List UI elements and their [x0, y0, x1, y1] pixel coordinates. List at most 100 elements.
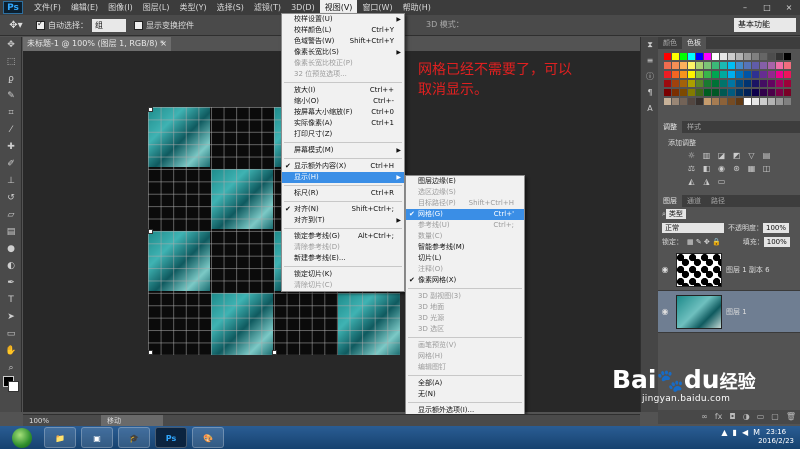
color-swatch[interactable]	[696, 98, 703, 105]
color-swatch[interactable]	[688, 89, 695, 96]
lookup-icon[interactable]: ▦	[744, 164, 759, 177]
show-menu-item[interactable]: 无(N)	[406, 389, 524, 400]
tray-up-icon[interactable]: ▲	[721, 428, 727, 437]
menu-file[interactable]: 文件(F)	[29, 0, 66, 15]
tab-styles[interactable]: 样式	[682, 121, 706, 133]
view-menu-item[interactable]: 对齐到(T) ▶	[282, 215, 404, 226]
layer-row[interactable]: ◉ 图层 1 副本 6	[658, 249, 800, 291]
fx-icon[interactable]: fx	[715, 410, 723, 424]
color-swatch[interactable]	[688, 98, 695, 105]
eyedropper-icon[interactable]: ⁄	[0, 122, 22, 139]
start-button[interactable]	[12, 427, 32, 448]
view-menu-item[interactable]: 像素长宽比(S) ▶	[282, 47, 404, 58]
zoom-icon[interactable]: ⌕	[0, 360, 22, 377]
tab-paths[interactable]: 路径	[706, 195, 730, 207]
photo-filter-icon[interactable]: ◉	[714, 164, 729, 177]
dodge-icon[interactable]: ◐	[0, 258, 22, 275]
color-swatch[interactable]	[768, 62, 775, 69]
curves-icon[interactable]: ◪	[714, 151, 729, 164]
color-swatch[interactable]	[680, 89, 687, 96]
color-swatch[interactable]	[736, 71, 743, 78]
view-menu-item[interactable]: 屏幕模式(M) ▶	[282, 145, 404, 156]
minimize-button[interactable]: –	[734, 0, 756, 15]
pen-icon[interactable]: ✒	[0, 275, 22, 292]
workspace-dropdown[interactable]: 基本功能	[734, 18, 796, 32]
explorer-taskbar-icon[interactable]: 📁	[44, 427, 76, 448]
background-color-swatch[interactable]	[8, 381, 19, 392]
show-menu-item[interactable]: 图层边缘(E)	[406, 176, 524, 187]
view-menu-item[interactable]: 按屏幕大小缩放(F) Ctrl+0	[282, 107, 404, 118]
view-menu-item[interactable]: 锁定参考线(G) Alt+Ctrl+;	[282, 231, 404, 242]
view-menu-item[interactable]: 放大(I) Ctrl++	[282, 85, 404, 96]
show-menu-item[interactable]: 智能参考线(M)	[406, 242, 524, 253]
color-swatch[interactable]	[728, 71, 735, 78]
show-menu-item[interactable]: ✔ 网格(G) Ctrl+'	[406, 209, 524, 220]
vibrance-icon[interactable]: ▽	[744, 151, 759, 164]
color-swatch[interactable]	[760, 89, 767, 96]
color-swatch[interactable]	[696, 53, 703, 60]
color-swatch[interactable]	[760, 53, 767, 60]
color-swatch[interactable]	[680, 53, 687, 60]
color-swatch[interactable]	[784, 62, 791, 69]
shape-icon[interactable]: ▭	[0, 326, 22, 343]
view-menu-item[interactable]: 打印尺寸(Z)	[282, 129, 404, 140]
menu-layer[interactable]: 图层(L)	[138, 0, 175, 15]
show-menu-item[interactable]: 全部(A)	[406, 378, 524, 389]
menu-select[interactable]: 选择(S)	[212, 0, 249, 15]
hand-icon[interactable]: ✋	[0, 343, 22, 360]
color-swatch[interactable]	[752, 80, 759, 87]
view-menu-item[interactable]: 标尺(R) Ctrl+R	[282, 188, 404, 199]
brightness-icon[interactable]: ☼	[684, 151, 699, 164]
color-swatch[interactable]	[752, 89, 759, 96]
link-icon[interactable]: ∞	[701, 410, 708, 424]
close-button[interactable]: ×	[778, 0, 800, 15]
color-swatch[interactable]	[744, 53, 751, 60]
layer-row[interactable]: ◉ 图层 1	[658, 291, 800, 333]
color-swatch[interactable]	[664, 89, 671, 96]
color-swatch[interactable]	[776, 62, 783, 69]
color-swatch[interactable]	[712, 53, 719, 60]
color-swatch[interactable]	[776, 80, 783, 87]
exposure-icon[interactable]: ◩	[729, 151, 744, 164]
auto-select-checkbox[interactable]	[36, 19, 45, 30]
document-tab[interactable]: 未标题-1 @ 100% (图层 1, RGB/8) * ×	[23, 37, 171, 51]
view-menu-item[interactable]: 校样设置(U) ▶	[282, 14, 404, 25]
tab-swatches[interactable]: 色板	[682, 37, 706, 49]
color-swatch[interactable]	[744, 89, 751, 96]
color-swatch[interactable]	[752, 98, 759, 105]
color-swatch[interactable]	[680, 80, 687, 87]
color-swatch[interactable]	[664, 71, 671, 78]
transform-handle[interactable]	[148, 350, 153, 355]
color-swatch[interactable]	[680, 98, 687, 105]
color-swatch[interactable]	[688, 62, 695, 69]
transform-handle[interactable]	[272, 350, 277, 355]
color-swatch[interactable]	[704, 89, 711, 96]
eraser-icon[interactable]: ▱	[0, 207, 22, 224]
color-swatch[interactable]	[672, 80, 679, 87]
eye-icon[interactable]: ◉	[658, 265, 672, 274]
color-swatch[interactable]	[760, 62, 767, 69]
lasso-icon[interactable]: ϼ	[0, 71, 22, 88]
view-menu-item[interactable]: 新建参考线(E)...	[282, 253, 404, 264]
color-swatch[interactable]	[752, 71, 759, 78]
view-menu-item[interactable]: 校样颜色(L) Ctrl+Y	[282, 25, 404, 36]
color-swatch[interactable]	[680, 71, 687, 78]
view-menu-item[interactable]: 显示(H) ▶	[282, 172, 404, 183]
color-swatch[interactable]	[784, 80, 791, 87]
layer-kind-filter[interactable]: 类型	[665, 209, 686, 219]
color-swatch[interactable]	[720, 98, 727, 105]
color-swatch[interactable]	[728, 62, 735, 69]
color-swatch[interactable]	[760, 98, 767, 105]
color-swatch[interactable]	[784, 53, 791, 60]
close-tab-icon[interactable]: ×	[160, 37, 167, 51]
folder-icon[interactable]: ▭	[757, 410, 765, 424]
color-swatch[interactable]	[736, 98, 743, 105]
color-swatch[interactable]	[672, 62, 679, 69]
clock[interactable]: 23:16 2016/2/23	[758, 428, 794, 446]
color-swatch[interactable]	[704, 53, 711, 60]
maximize-button[interactable]: □	[756, 0, 778, 15]
path-select-icon[interactable]: ➤	[0, 309, 22, 326]
balance-icon[interactable]: ⚖	[684, 164, 699, 177]
lock-icons[interactable]: ▦ ✎ ✥ 🔒	[687, 238, 721, 246]
color-swatch[interactable]	[736, 89, 743, 96]
